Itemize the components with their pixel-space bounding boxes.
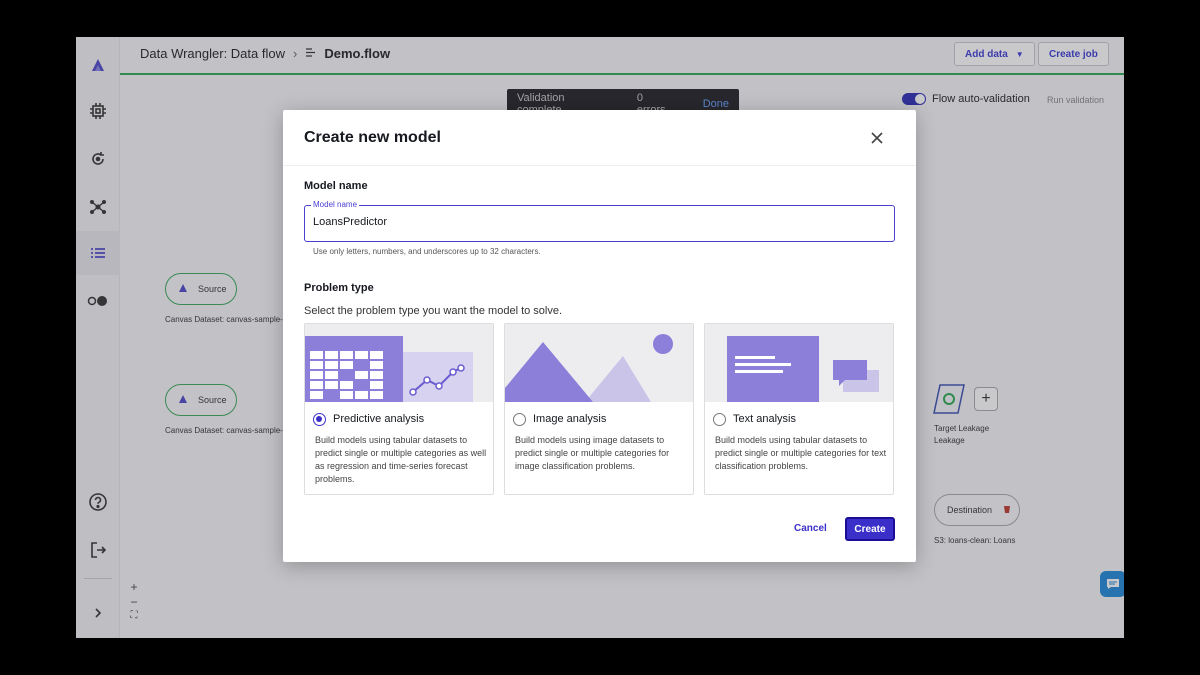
- model-name-hint: Use only letters, numbers, and underscor…: [313, 247, 541, 256]
- predictive-analysis-title: Predictive analysis: [333, 413, 425, 425]
- image-analysis-title: Image analysis: [533, 413, 607, 425]
- text-analysis-card[interactable]: Text analysis Build models using tabular…: [704, 323, 894, 495]
- mountain-image-illustration: [505, 324, 693, 402]
- create-model-dialog: Create new model Model name Model name U…: [283, 110, 916, 562]
- image-analysis-radio[interactable]: [513, 413, 526, 426]
- model-name-input[interactable]: [313, 216, 873, 228]
- dialog-header: Create new model: [283, 110, 916, 166]
- image-analysis-card[interactable]: Image analysis Build models using image …: [504, 323, 694, 495]
- text-analysis-description: Build models using tabular datasets to p…: [715, 435, 887, 471]
- tabular-chart-illustration: [305, 324, 493, 402]
- model-name-floating-label: Model name: [311, 200, 360, 209]
- cancel-button[interactable]: Cancel: [794, 523, 827, 534]
- model-name-heading: Model name: [304, 180, 368, 192]
- problem-type-question: Select the problem type you want the mod…: [304, 305, 563, 317]
- text-document-illustration: [705, 324, 893, 402]
- problem-type-heading: Problem type: [304, 282, 374, 294]
- model-name-field[interactable]: Model name: [304, 200, 895, 242]
- dialog-title: Create new model: [304, 129, 441, 146]
- predictive-analysis-radio[interactable]: [313, 413, 326, 426]
- image-analysis-description: Build models using image datasets to pre…: [515, 435, 670, 471]
- create-button[interactable]: Create: [845, 517, 895, 541]
- predictive-analysis-card[interactable]: Predictive analysis Build models using t…: [304, 323, 494, 495]
- predictive-analysis-description: Build models using tabular datasets to p…: [315, 435, 487, 484]
- close-icon[interactable]: [869, 130, 885, 146]
- text-analysis-title: Text analysis: [733, 413, 796, 425]
- text-analysis-radio[interactable]: [713, 413, 726, 426]
